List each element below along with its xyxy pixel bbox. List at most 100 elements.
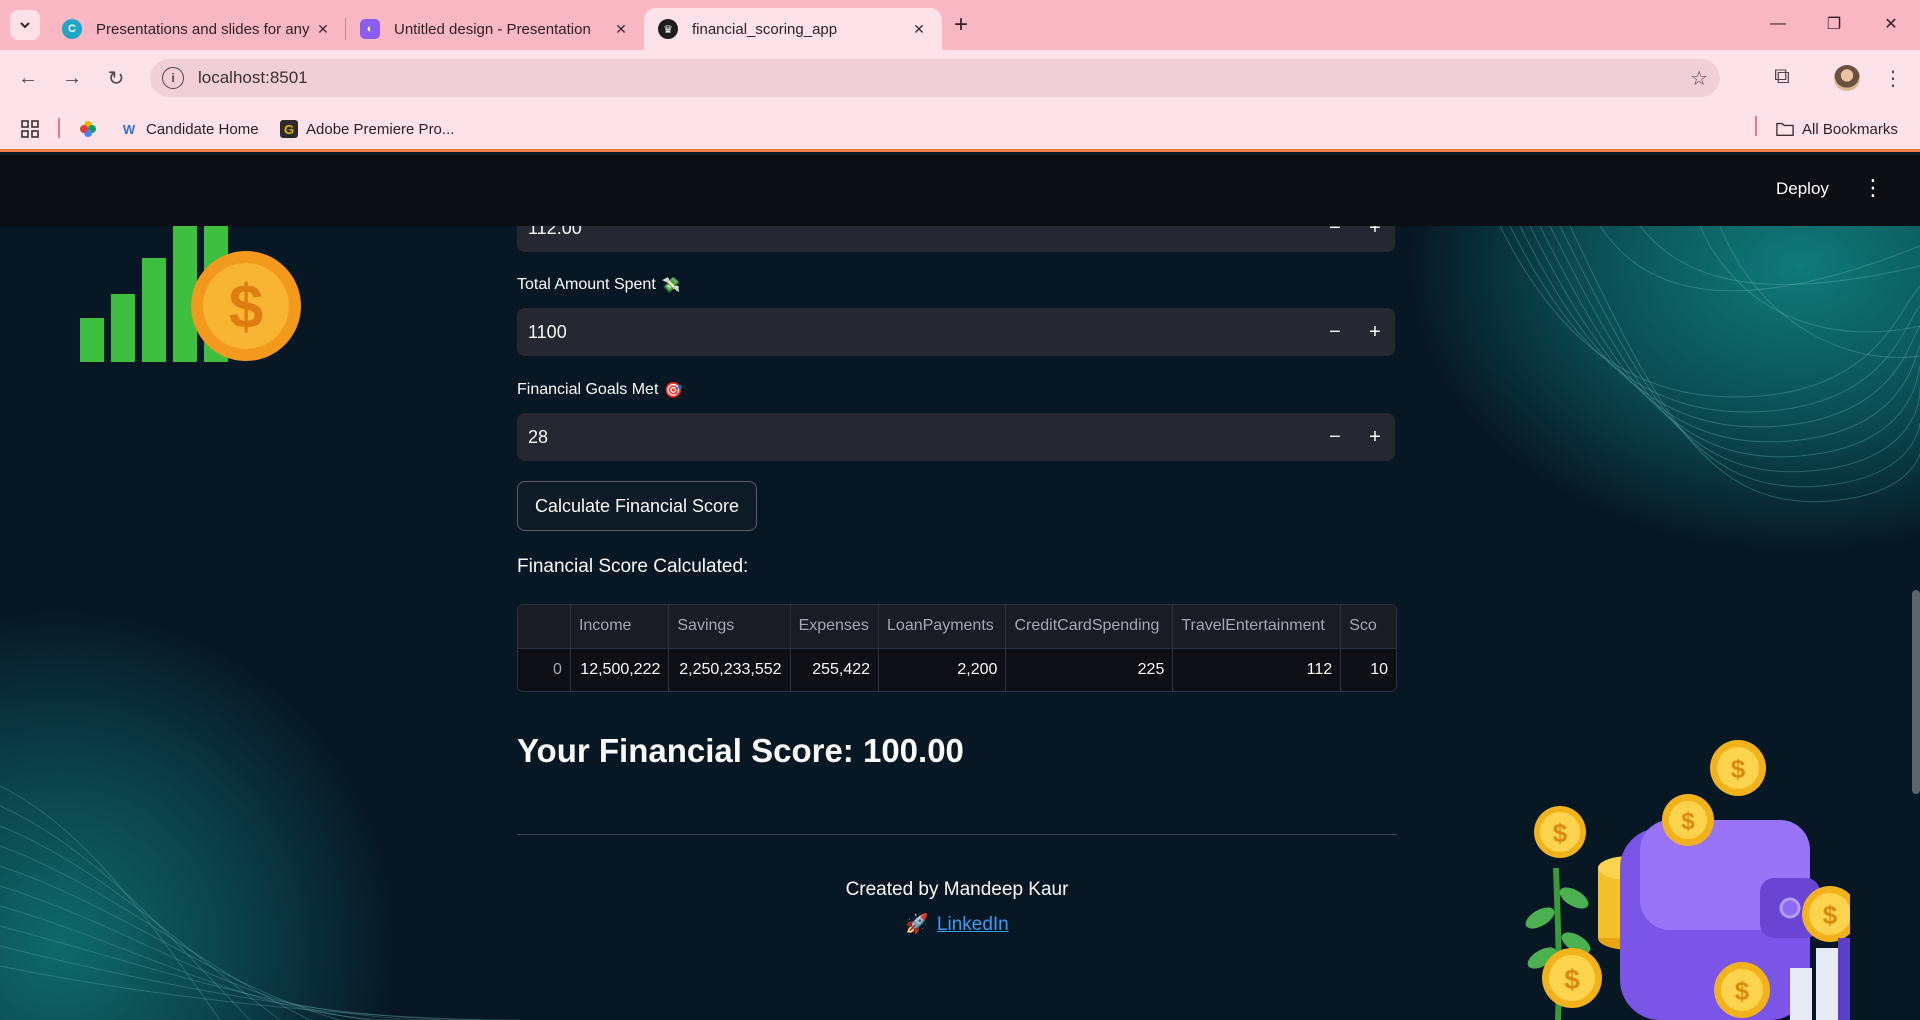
app-logo: $	[80, 226, 301, 362]
increment-button[interactable]: +	[1355, 226, 1395, 252]
chevron-down-icon	[20, 22, 30, 29]
table-header-row: Income Savings Expenses LoanPayments Cre…	[518, 605, 1396, 649]
extensions-icon[interactable]: ⧉	[1768, 62, 1796, 90]
tab-title: financial_scoring_app	[692, 20, 838, 38]
tab-title: Untitled design - Presentation	[394, 20, 591, 38]
bookmark-separator	[1755, 116, 1757, 136]
tab-title: Presentations and slides for any	[96, 20, 310, 38]
url-text: localhost:8501	[198, 68, 308, 87]
bookmark-label: Candidate Home	[146, 120, 259, 138]
bookmarks-bar: W Candidate Home G Adobe Premiere Pro...…	[0, 106, 1920, 152]
decrement-button[interactable]: −	[1315, 226, 1355, 252]
streamlit-icon: ♛	[658, 19, 678, 39]
increment-button[interactable]: +	[1355, 308, 1395, 356]
bookmark-separator	[58, 118, 60, 138]
bookmark-label: Adobe Premiere Pro...	[306, 120, 455, 138]
total-spent-input[interactable]: 1100 − +	[517, 308, 1395, 356]
g-icon: G	[280, 120, 298, 138]
close-icon[interactable]: ✕	[312, 18, 334, 40]
data-table: Income Savings Expenses LoanPayments Cre…	[518, 605, 1396, 691]
svg-text:$: $	[1681, 808, 1695, 835]
browser-menu-icon[interactable]: ⋮	[1880, 64, 1906, 92]
apps-grid-icon[interactable]	[20, 116, 40, 142]
minimize-button[interactable]: —	[1758, 10, 1798, 38]
label-text: Financial Goals Met	[517, 381, 659, 398]
goals-met-input[interactable]: 28 − +	[517, 413, 1395, 461]
travel-entertainment-input[interactable]: 112.00 − +	[517, 226, 1395, 252]
close-icon[interactable]: ✕	[908, 18, 930, 40]
table-cell[interactable]: 112	[1172, 648, 1342, 691]
address-bar[interactable]: i localhost:8501 ☆	[150, 59, 1720, 97]
svg-text:$: $	[1564, 964, 1580, 995]
table-cell[interactable]: 2,250,233,552	[668, 648, 791, 691]
svg-text:$: $	[1823, 900, 1838, 930]
page-scrollbar[interactable]	[1912, 590, 1920, 794]
target-icon: 🎯	[664, 382, 684, 399]
input-value[interactable]: 112.00	[517, 226, 1315, 239]
bookmark-star-icon[interactable]: ☆	[1690, 66, 1708, 91]
calculate-score-button[interactable]: Calculate Financial Score	[517, 481, 757, 531]
column-header-loanpayments[interactable]: LoanPayments	[878, 605, 1007, 649]
profile-avatar[interactable]	[1834, 65, 1860, 91]
canva-icon: C	[62, 19, 82, 39]
money-icon: 💸	[661, 277, 681, 294]
svg-text:$: $	[1731, 754, 1746, 784]
decrement-button[interactable]: −	[1315, 308, 1355, 356]
linkedin-row: 🚀 LinkedIn	[517, 912, 1397, 936]
svg-text:$: $	[1553, 818, 1568, 848]
new-tab-button[interactable]: +	[948, 11, 974, 38]
linkedin-link[interactable]: LinkedIn	[937, 914, 1009, 935]
column-header-travelentertainment[interactable]: TravelEntertainment	[1172, 605, 1342, 649]
table-cell[interactable]: 12,500,222	[570, 648, 670, 691]
total-spent-label: Total Amount Spent 💸	[517, 276, 680, 294]
w-icon: W	[122, 121, 136, 137]
bookmark-candidate-home[interactable]: W Candidate Home	[120, 116, 259, 142]
table-row: 0 12,500,222 2,250,233,552 255,422 2,200…	[518, 648, 1396, 691]
credit-text: Created by Mandeep Kaur	[845, 879, 1069, 900]
browser-tab-bar: C Presentations and slides for any ✕ ◐ U…	[0, 0, 1920, 50]
column-header-savings[interactable]: Savings	[668, 605, 791, 649]
table-cell[interactable]: 225	[1005, 648, 1174, 691]
decrement-button[interactable]: −	[1315, 413, 1355, 461]
app-header: Deploy ⋮	[0, 155, 1920, 226]
presentation-icon: ◐	[360, 19, 380, 39]
column-header-index[interactable]	[518, 605, 571, 649]
all-bookmarks-label: All Bookmarks	[1802, 120, 1898, 138]
table-cell[interactable]: 0	[518, 648, 571, 691]
table-cell[interactable]: 255,422	[790, 648, 880, 691]
table-cell[interactable]: 2,200	[878, 648, 1007, 691]
tab-presentations[interactable]: C Presentations and slides for any ✕	[48, 8, 346, 50]
deploy-button[interactable]: Deploy	[1776, 179, 1829, 199]
site-info-icon[interactable]: i	[162, 67, 184, 89]
tab-untitled-design[interactable]: ◐ Untitled design - Presentation ✕	[346, 8, 644, 50]
forward-button[interactable]: →	[56, 62, 88, 94]
column-header-score[interactable]: Sco	[1340, 605, 1396, 649]
photos-icon[interactable]	[78, 116, 98, 142]
all-bookmarks-button[interactable]: All Bookmarks	[1776, 116, 1898, 142]
input-value[interactable]: 28	[517, 427, 1315, 448]
app-main: $ 112.00 − + Total Amount Spent 💸 1100 −…	[0, 226, 1920, 1020]
reload-button[interactable]: ↻	[100, 62, 132, 94]
folder-icon	[1776, 120, 1794, 138]
table-cell[interactable]: 10	[1340, 648, 1396, 691]
back-button[interactable]: ←	[12, 62, 44, 94]
column-header-income[interactable]: Income	[570, 605, 670, 649]
tab-financial-scoring-app[interactable]: ♛ financial_scoring_app ✕	[644, 8, 942, 50]
restore-button[interactable]: ❐	[1814, 10, 1854, 38]
main-menu-icon[interactable]: ⋮	[1862, 175, 1884, 201]
column-header-expenses[interactable]: Expenses	[790, 605, 880, 649]
svg-text:$: $	[1735, 976, 1750, 1006]
divider	[517, 834, 1397, 835]
column-header-creditcardspending[interactable]: CreditCardSpending	[1005, 605, 1174, 649]
window-close-button[interactable]: ✕	[1871, 10, 1911, 38]
tab-search-button[interactable]	[10, 10, 40, 40]
score-calculated-label: Financial Score Calculated:	[517, 556, 749, 577]
bookmark-adobe-premiere[interactable]: G Adobe Premiere Pro...	[280, 116, 454, 142]
input-value[interactable]: 1100	[517, 322, 1315, 343]
financial-score-heading: Your Financial Score: 100.00	[517, 732, 964, 769]
svg-text:$: $	[229, 273, 263, 342]
wallet-coins-illustration: $ $ $ $ $ $ $	[1525, 740, 1850, 1020]
score-dataframe[interactable]: Income Savings Expenses LoanPayments Cre…	[517, 604, 1397, 692]
increment-button[interactable]: +	[1355, 413, 1395, 461]
close-icon[interactable]: ✕	[610, 18, 632, 40]
